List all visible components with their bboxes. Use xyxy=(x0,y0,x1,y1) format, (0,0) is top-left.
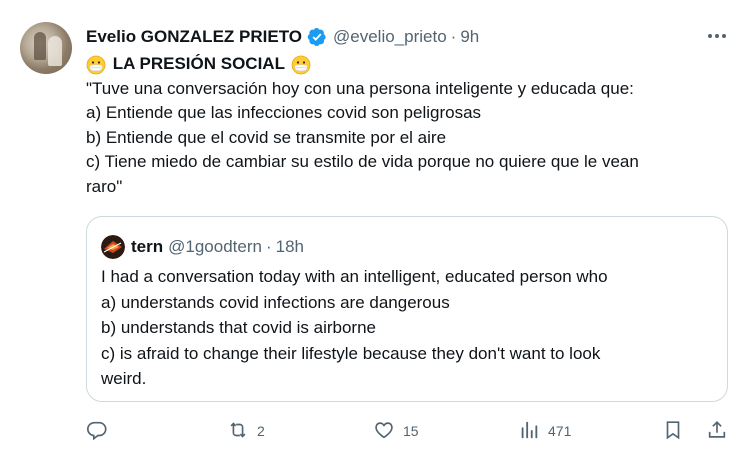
tweet-text-line: a) Entiende que las infecciones covid so… xyxy=(86,103,482,123)
avatar-figure xyxy=(34,32,46,60)
author-handle[interactable]: @evelio_prieto xyxy=(333,27,447,47)
tweet-actions-bar: 2 15 471 xyxy=(86,418,734,444)
quoted-tweet[interactable]: tern @1goodtern · 18h I had a conversati… xyxy=(86,216,728,402)
views-count: 471 xyxy=(548,423,572,439)
bookmark-icon xyxy=(662,419,684,444)
quoted-tweet-text: I had a conversation today with an intel… xyxy=(101,264,716,392)
mask-face-emoji-icon xyxy=(291,55,311,75)
bookmark-button[interactable] xyxy=(662,418,684,444)
tweet-text-line: c) Tiene miedo de cambiar su estilo de v… xyxy=(86,152,639,172)
retweet-icon xyxy=(227,419,249,444)
quoted-text-line: b) understands that covid is airborne xyxy=(101,318,376,337)
share-button[interactable] xyxy=(706,418,728,444)
quoted-text-line: I had a conversation today with an intel… xyxy=(101,267,608,286)
tweet-text-line: b) Entiende que el covid se transmite po… xyxy=(86,127,447,147)
separator-dot: · xyxy=(265,237,272,256)
quoted-author-name: tern xyxy=(131,237,164,256)
author-avatar[interactable] xyxy=(20,22,72,74)
quoted-author-handle: @1goodtern xyxy=(168,237,262,256)
tweet-text-line: "Tuve una conversación hoy con una perso… xyxy=(86,78,634,98)
separator-dot: · xyxy=(450,27,457,46)
tweet-header: Evelio GONZALEZ PRIETO @evelio_prieto · … xyxy=(86,26,479,48)
share-icon xyxy=(706,419,728,444)
like-button[interactable]: 15 xyxy=(373,418,419,444)
views-chart-icon xyxy=(518,419,540,444)
tweet-time[interactable]: 9h xyxy=(460,27,479,47)
tweet-title-line: LA PRESIÓN SOCIAL xyxy=(86,52,726,77)
heart-icon xyxy=(373,419,395,444)
retweet-count: 2 xyxy=(257,423,265,439)
tweet-text: LA PRESIÓN SOCIAL "Tuve una conversación… xyxy=(86,52,726,200)
quoted-text-line: a) understands covid infections are dang… xyxy=(101,292,450,312)
mask-face-emoji-icon xyxy=(86,55,106,75)
quoted-tweet-header: tern @1goodtern · 18h xyxy=(101,235,304,259)
retweet-button[interactable]: 2 xyxy=(227,418,265,444)
quoted-text-line: weird. xyxy=(101,369,147,388)
verified-badge-icon xyxy=(307,27,327,47)
quoted-tweet-time: 18h xyxy=(275,237,304,256)
quoted-author-avatar xyxy=(101,235,125,259)
avatar-figure xyxy=(48,36,62,66)
tweet-text-line: raro" xyxy=(86,176,123,196)
quoted-text-line: c) is afraid to change their lifestyle b… xyxy=(101,343,601,363)
author-name[interactable]: Evelio GONZALEZ PRIETO xyxy=(86,27,302,47)
views-button[interactable]: 471 xyxy=(518,418,571,444)
more-options-icon[interactable] xyxy=(704,26,730,46)
reply-button[interactable] xyxy=(86,418,116,444)
like-count: 15 xyxy=(403,423,419,439)
tweet-title: LA PRESIÓN SOCIAL xyxy=(112,54,285,73)
reply-icon xyxy=(86,419,108,444)
